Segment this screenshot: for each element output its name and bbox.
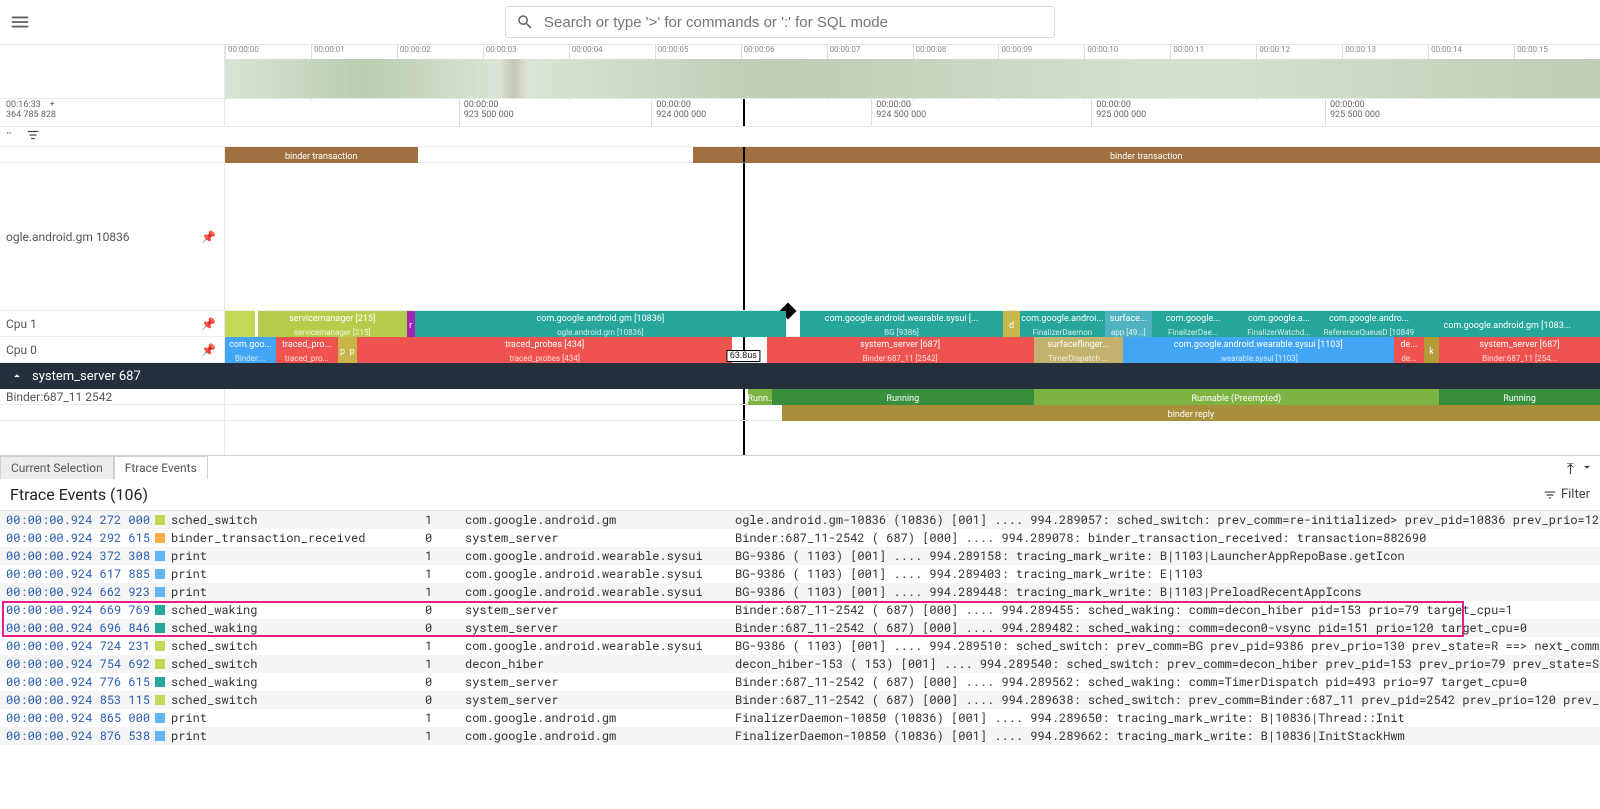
table-row[interactable]: 00:00:00.924 724 231sched_switch1com.goo… (0, 637, 1600, 655)
search-icon (516, 13, 534, 31)
timeline-slice[interactable]: de...de... (1394, 337, 1424, 363)
minimap[interactable] (225, 59, 1600, 98)
track-spacer (0, 421, 1600, 455)
duration-badge: 63.8us (727, 350, 760, 362)
timeline-slice[interactable]: com.google.andro...ReferenceQueueD [1084… (1324, 311, 1415, 337)
track-label: Cpu 1 (6, 317, 37, 331)
search-input[interactable] (544, 14, 1044, 31)
table-row[interactable]: 00:00:00.924 372 308print1com.google.and… (0, 547, 1600, 565)
timeline-slice[interactable]: com.google.a...FinalizerWatchd... (1234, 311, 1323, 337)
timeline-slice[interactable]: p (338, 337, 348, 363)
tab-ftrace-events[interactable]: Ftrace Events (114, 456, 208, 479)
pin-icon[interactable]: 📌 (201, 343, 216, 357)
details-tabs: Current Selection Ftrace Events ⤒ (0, 455, 1600, 479)
track-controls (0, 127, 1600, 147)
table-row[interactable]: 00:00:00.924 754 692sched_switch1decon_h… (0, 655, 1600, 673)
topbar (0, 0, 1600, 44)
table-row[interactable]: 00:00:00.924 696 846sched_waking0system_… (0, 619, 1600, 637)
table-row[interactable]: 00:00:00.924 776 615sched_waking0system_… (0, 673, 1600, 691)
ruler-origin: 00:16:33 + 364 785 828 (0, 99, 225, 126)
chevron-up-icon (10, 369, 24, 383)
panel-title: Ftrace Events (106) (10, 485, 148, 504)
move-up-icon[interactable]: ⤒ (1567, 459, 1574, 479)
process-header[interactable]: system_server 687 (0, 363, 1600, 389)
pin-icon[interactable]: 📌 (201, 230, 216, 244)
timeline-slice[interactable]: com.google...FinalizerDae... (1152, 311, 1235, 337)
timeline-slice[interactable]: traced_probes [434]traced_probes [434] (357, 337, 732, 363)
timeline-slice[interactable]: Runnable (Preempted) (1034, 389, 1440, 405)
timeline-slice[interactable]: k (1424, 337, 1439, 363)
timeline-slice[interactable]: d (1003, 311, 1020, 337)
timeline-slice[interactable]: com.google.android.gm [1083... (1414, 311, 1600, 337)
timeline-slice[interactable]: system_server [687]Binder:687_11 [254... (1439, 337, 1600, 363)
timeline-slice[interactable]: com.google.android.gm [10836]ogle.androi… (415, 311, 786, 337)
timeline-slice[interactable]: com.google.android.wearable.sysui [1103]… (1123, 337, 1394, 363)
timeline-slice[interactable]: binder transaction (225, 147, 418, 163)
pin-icon[interactable]: 📌 (201, 317, 216, 331)
track-label: Cpu 0 (6, 343, 37, 357)
filter-lines-icon[interactable] (26, 128, 40, 146)
chevron-down-icon[interactable] (1580, 460, 1594, 478)
timeline-slice[interactable]: servicemanager [215]servicemanager [215] (258, 311, 407, 337)
track-binder-reply[interactable]: binder reply (0, 405, 1600, 421)
time-ruler[interactable]: 00:16:33 + 364 785 828 00:00:00923 500 0… (0, 99, 1600, 127)
table-row[interactable]: 00:00:00.924 865 000print1com.google.and… (0, 709, 1600, 727)
track-cpu0[interactable]: Cpu 0 📌 63.8us com.goo...Binder:...trace… (0, 337, 1600, 363)
timeline-slice[interactable]: com.goo...Binder:... (225, 337, 276, 363)
track-binder-top: binder transaction binder transaction (0, 147, 1600, 163)
track-label: Binder:687_11 2542 (6, 390, 112, 404)
track-label: ogle.android.gm 10836 (6, 230, 130, 244)
table-row[interactable]: 00:00:00.924 853 115sched_switch0system_… (0, 691, 1600, 709)
timeline-slice[interactable]: Running (772, 389, 1033, 405)
table-row[interactable]: 00:00:00.924 617 885print1com.google.and… (0, 565, 1600, 583)
table-row[interactable]: 00:00:00.924 272 000sched_switch1com.goo… (0, 511, 1600, 529)
timeline-slice[interactable]: binder transaction (693, 147, 1600, 163)
timeline-slice[interactable]: surfaceflinger...TimerDispatch ... (1034, 337, 1123, 363)
table-row[interactable]: 00:00:00.924 669 769sched_waking0system_… (0, 601, 1600, 619)
table-row[interactable]: 00:00:00.924 876 538print1com.google.and… (0, 727, 1600, 745)
timeline-slice[interactable]: binder reply (782, 405, 1600, 421)
timeline-slice[interactable]: r (407, 311, 415, 337)
table-row[interactable]: 00:00:00.924 662 923print1com.google.and… (0, 583, 1600, 601)
menu-button[interactable] (0, 2, 40, 42)
collapse-icon[interactable] (4, 128, 18, 146)
timeline-slice[interactable]: traced_pro...traced_pro... (276, 337, 338, 363)
timeline-slice[interactable]: surface...app [49...] (1105, 311, 1152, 337)
track-process-gm[interactable]: ogle.android.gm 10836 📌 (0, 163, 1600, 311)
filter-icon (1543, 488, 1557, 502)
filter-button[interactable]: Filter (1543, 487, 1590, 502)
hamburger-icon (9, 11, 31, 33)
search-box[interactable] (505, 6, 1055, 38)
track-thread-binder[interactable]: Binder:687_11 2542 Runn...RunningRunnabl… (0, 389, 1600, 405)
timeline-slice[interactable]: Running (1439, 389, 1600, 405)
ftrace-events-table[interactable]: 00:00:00.924 272 000sched_switch1com.goo… (0, 511, 1600, 745)
track-cpu1[interactable]: Cpu 1 📌 servicemanager [215]servicemanag… (0, 311, 1600, 337)
panel-header: Ftrace Events (106) Filter (0, 479, 1600, 511)
overview-timeline[interactable]: 00:00:0000:00:0100:00:0200:00:0300:00:04… (0, 44, 1600, 99)
timeline-slice[interactable] (225, 311, 255, 337)
timeline-slice[interactable]: com.google.androi...FinalizerDaemon (1020, 311, 1105, 337)
tab-current-selection[interactable]: Current Selection (0, 456, 114, 479)
timeline-slice[interactable]: system_server [687]Binder:687_11 [2542] (767, 337, 1034, 363)
timeline-slice[interactable]: p (347, 337, 357, 363)
timeline-slice[interactable]: Runn... (748, 389, 773, 405)
table-row[interactable]: 00:00:00.924 292 615binder_transaction_r… (0, 529, 1600, 547)
timeline-slice[interactable]: com.google.android.wearable.sysui [...BG… (800, 311, 1004, 337)
